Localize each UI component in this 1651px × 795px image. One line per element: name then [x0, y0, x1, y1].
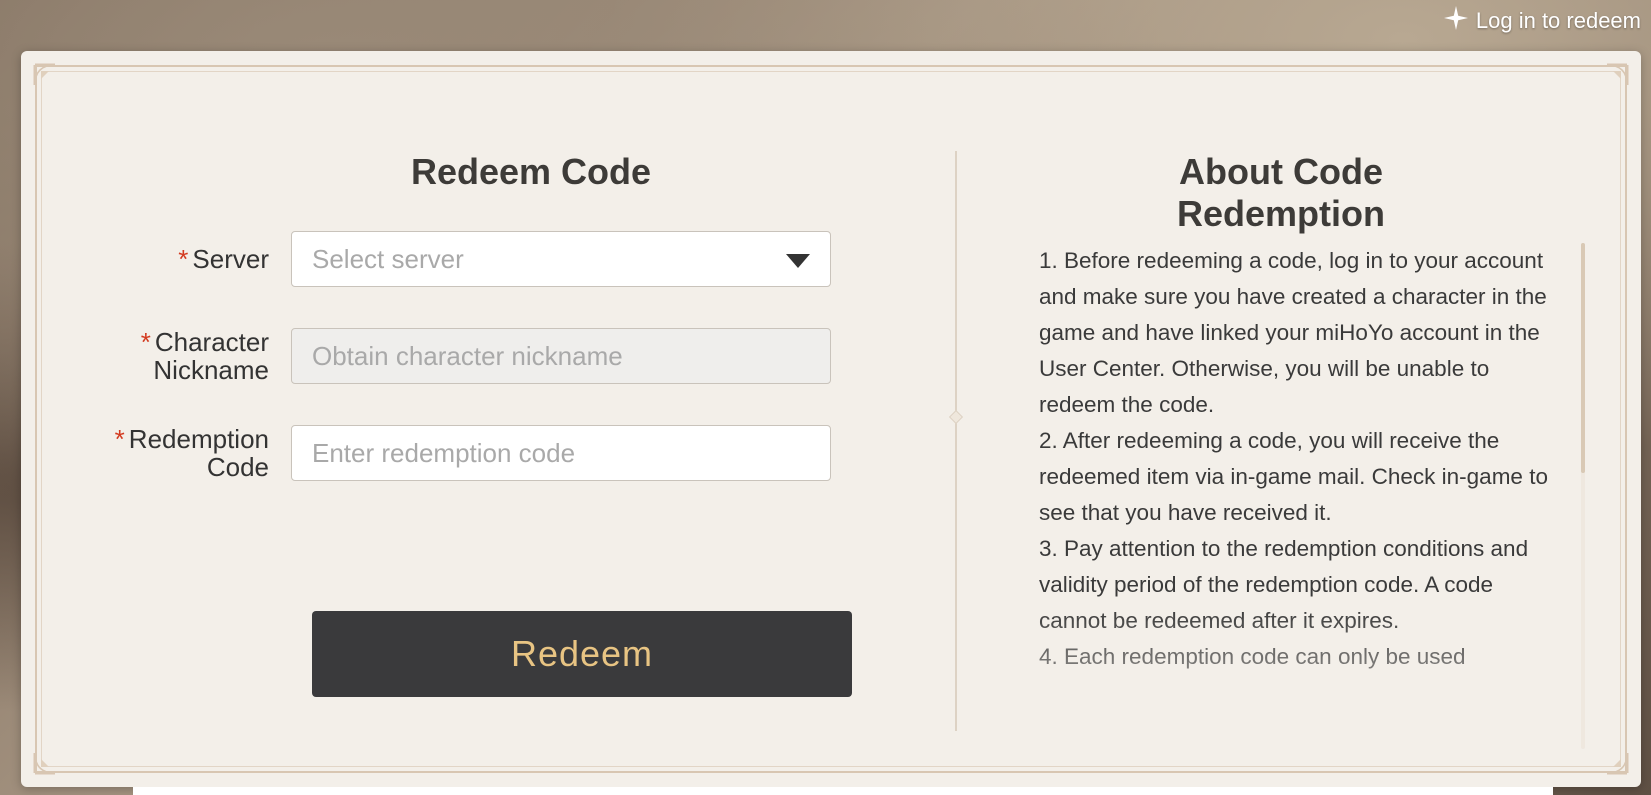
- server-select[interactable]: Select server: [291, 231, 831, 287]
- login-to-redeem-link[interactable]: Log in to redeem: [1443, 6, 1641, 36]
- nickname-placeholder: Obtain character nickname: [312, 340, 623, 371]
- sparkle-star-icon: [1443, 6, 1468, 36]
- bottom-strip: [133, 787, 1553, 795]
- redeem-form: Redeem Code * Server Select server * Chara…: [21, 51, 956, 787]
- corner-ornament-icon: [1606, 752, 1629, 775]
- redeem-panel: Redeem Code * Server Select server * Chara…: [21, 51, 1641, 787]
- about-item: 2. After redeeming a code, you will rece…: [1039, 428, 1548, 525]
- scrollbar-thumb[interactable]: [1581, 243, 1585, 473]
- column-divider: [955, 151, 957, 731]
- nickname-label: * Character Nickname: [140, 327, 269, 385]
- about-text-scroll-area[interactable]: 1. Before redeeming a code, log in to yo…: [1039, 243, 1549, 749]
- about-item: 1. Before redeeming a code, log in to yo…: [1039, 248, 1547, 417]
- required-mark: *: [140, 327, 151, 357]
- form-title: Redeem Code: [410, 151, 652, 192]
- server-select-placeholder: Select server: [312, 243, 464, 274]
- nickname-row: * Character Nickname Obtain character nic…: [81, 328, 881, 384]
- login-link-label: Log in to redeem: [1475, 8, 1641, 33]
- about-title: About Code Redemption: [1176, 151, 1385, 234]
- required-mark: *: [114, 424, 125, 454]
- about-item: 4. Each redemption code can only be used: [1039, 644, 1466, 669]
- redeem-button[interactable]: Redeem: [312, 611, 852, 697]
- caret-down-icon: [786, 244, 810, 275]
- server-row: * Server Select server: [81, 231, 881, 287]
- about-item: 3. Pay attention to the redemption condi…: [1039, 536, 1529, 633]
- code-label: * Redemption Code: [114, 424, 269, 482]
- required-mark: *: [178, 244, 189, 274]
- server-label: * Server: [178, 244, 269, 274]
- redemption-code-input[interactable]: Enter redemption code: [291, 425, 831, 481]
- about-scrollbar[interactable]: [1581, 243, 1585, 749]
- code-row: * Redemption Code Enter redemption code: [81, 425, 881, 481]
- nickname-field: Obtain character nickname: [291, 328, 831, 384]
- redemption-code-placeholder: Enter redemption code: [312, 437, 576, 468]
- corner-ornament-icon: [1606, 63, 1629, 86]
